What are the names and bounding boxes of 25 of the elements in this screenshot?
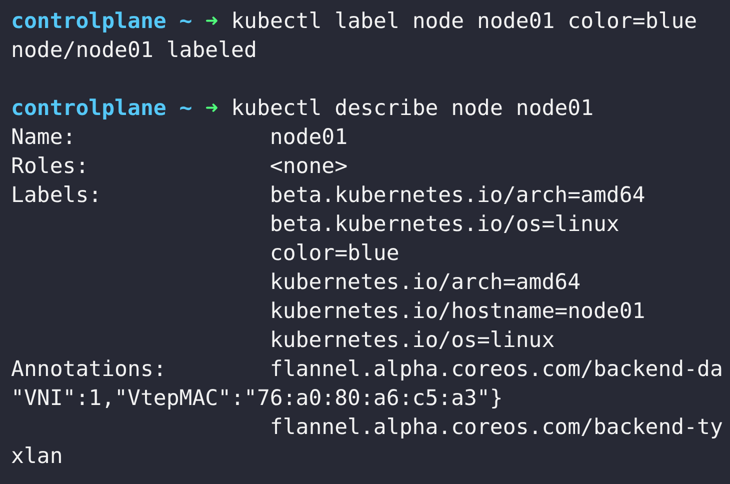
command-text: kubectl label node node01 color=blue xyxy=(231,9,698,34)
field-value: flannel.alpha.coreos.com/backend-da xyxy=(270,357,723,382)
field-value: flannel.alpha.coreos.com/backend-ty xyxy=(270,415,723,440)
prompt-path: ~ xyxy=(179,96,192,121)
prompt-host: controlplane xyxy=(11,9,166,34)
prompt-arrow: ➜ xyxy=(205,96,218,121)
field-value: node01 xyxy=(270,125,348,150)
field-value: kubernetes.io/os=linux xyxy=(270,328,555,353)
field-value: beta.kubernetes.io/os=linux xyxy=(270,212,620,237)
prompt-path: ~ xyxy=(179,9,192,34)
field-value: <none> xyxy=(270,154,348,179)
output-text: xlan xyxy=(11,444,63,469)
prompt-arrow: ➜ xyxy=(205,9,218,34)
field-label: Labels: xyxy=(11,183,103,208)
field-label: Annotations: xyxy=(11,357,168,382)
output-text: node/node01 labeled xyxy=(11,38,257,63)
field-value: color=blue xyxy=(270,241,400,266)
field-label: Name: xyxy=(11,125,77,150)
field-value: beta.kubernetes.io/arch=amd64 xyxy=(270,183,646,208)
command-text: kubectl describe node node01 xyxy=(231,96,594,121)
field-value: kubernetes.io/hostname=node01 xyxy=(270,299,646,324)
prompt-host: controlplane xyxy=(11,96,166,121)
field-label: Roles: xyxy=(11,154,90,179)
field-value: kubernetes.io/arch=amd64 xyxy=(270,270,581,295)
output-text: "VNI":1,"VtepMAC":"76:a0:80:a6:c5:a3"} xyxy=(11,386,503,411)
